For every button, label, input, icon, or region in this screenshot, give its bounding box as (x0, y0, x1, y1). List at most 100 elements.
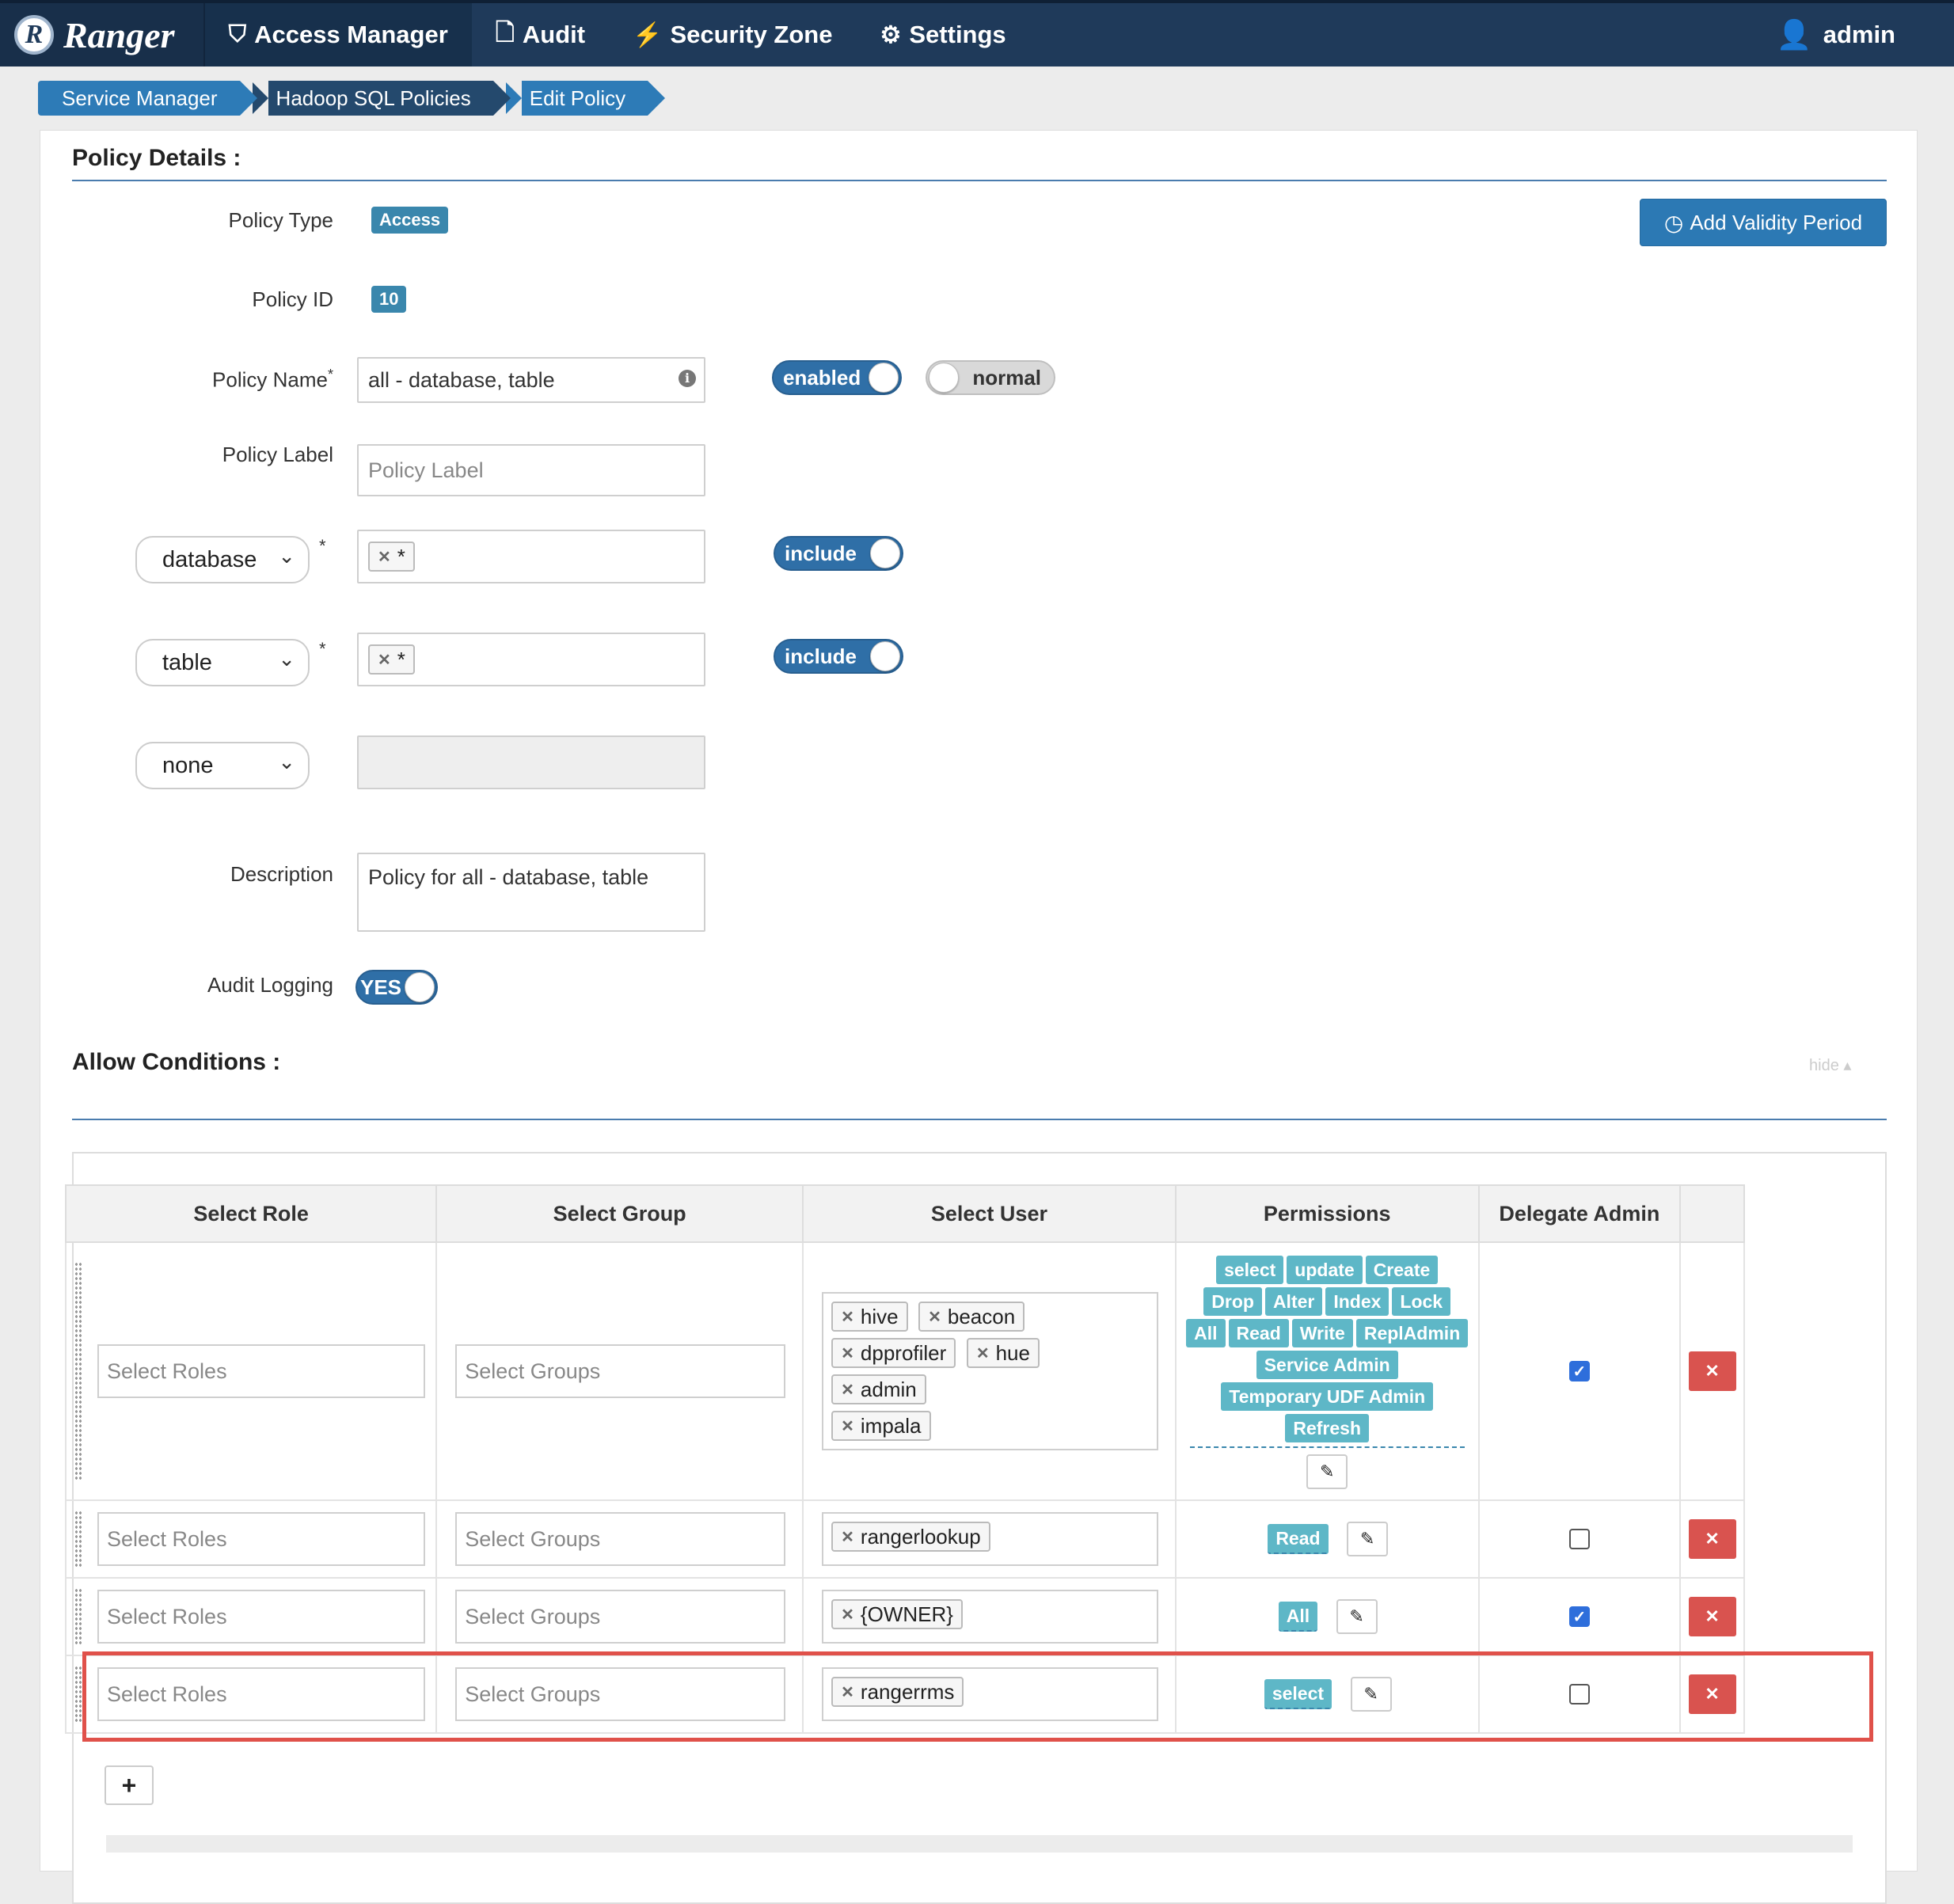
drag-handle-icon[interactable] (74, 1511, 82, 1568)
delegate-admin-checkbox[interactable] (1568, 1684, 1590, 1704)
table-value-input[interactable]: ✕ * (357, 633, 705, 686)
database-value-input[interactable]: ✕ * (357, 530, 705, 583)
delegate-admin-checkbox[interactable] (1568, 1529, 1590, 1549)
info-icon[interactable]: i (679, 370, 696, 387)
close-icon: ✕ (1705, 1529, 1720, 1549)
action-cell: ✕ (1679, 1241, 1745, 1501)
enabled-toggle[interactable]: enabled (772, 360, 902, 395)
resource-tag: ✕ * (368, 644, 415, 675)
add-validity-period-button[interactable]: ◷ Add Validity Period (1640, 199, 1887, 246)
delete-row-button[interactable]: ✕ (1688, 1597, 1736, 1636)
nav-security-zone[interactable]: ⚡ Security Zone (609, 3, 856, 67)
select-roles-input[interactable]: Select Roles (97, 1344, 426, 1398)
remove-icon[interactable]: ✕ (378, 650, 391, 670)
remove-icon[interactable]: ✕ (841, 1527, 854, 1547)
remove-icon[interactable]: ✕ (976, 1343, 990, 1363)
nav-settings[interactable]: ⚙ Settings (856, 3, 1029, 67)
select-roles-input[interactable]: Select Roles (97, 1667, 426, 1721)
toggle-knob (870, 641, 900, 671)
hide-link[interactable]: hide ▴ (1809, 1055, 1851, 1075)
permission-badge: Create (1365, 1256, 1439, 1284)
select-roles-input[interactable]: Select Roles (97, 1512, 426, 1566)
nav-access-manager[interactable]: ⛉ Access Manager (204, 3, 472, 67)
audit-logging-toggle[interactable]: YES (355, 970, 438, 1005)
nav-audit[interactable]: 🗋 Audit (472, 3, 609, 67)
delegate-admin-checkbox[interactable]: ✓ (1568, 1361, 1590, 1381)
description-textarea[interactable]: Policy for all - database, table (357, 853, 705, 932)
input-placeholder: Policy Label (368, 458, 484, 482)
policy-name-input[interactable]: all - database, table i (357, 357, 705, 403)
breadcrumb-hadoop-sql-policies[interactable]: Hadoop SQL Policies (250, 81, 511, 116)
edit-permissions-button[interactable]: ✎ (1306, 1454, 1348, 1489)
breadcrumb-service-manager[interactable]: Service Manager (38, 81, 257, 116)
normal-toggle[interactable]: normal (926, 360, 1055, 395)
group-cell: Select Groups (435, 1499, 804, 1579)
table-row: Select Roles Select Groups ✕ rangerrms se… (64, 1655, 1745, 1734)
select-users-input[interactable]: ✕ hive ✕ beacon ✕ dpprofiler ✕ hue ✕ admin ✕ i… (822, 1292, 1158, 1450)
remove-icon[interactable]: ✕ (928, 1307, 941, 1327)
select-groups-input[interactable]: Select Groups (455, 1667, 786, 1721)
select-groups-input[interactable]: Select Groups (455, 1512, 786, 1566)
drag-handle-icon[interactable] (74, 1666, 82, 1723)
edit-permissions-button[interactable]: ✎ (1347, 1522, 1389, 1556)
user-menu[interactable]: 👤 admin (1777, 18, 1895, 51)
drag-handle-icon[interactable] (74, 1262, 82, 1480)
select-groups-input[interactable]: Select Groups (455, 1344, 786, 1398)
select-value: database (162, 546, 257, 572)
delete-row-button[interactable]: ✕ (1688, 1519, 1736, 1559)
select-users-input[interactable]: ✕ {OWNER} (822, 1590, 1158, 1644)
delegate-admin-checkbox[interactable]: ✓ (1568, 1606, 1590, 1627)
delegate-cell: ✓ (1477, 1241, 1682, 1501)
nav-label: Settings (909, 21, 1006, 48)
permission-badge: Service Admin (1256, 1351, 1398, 1379)
chevron-down-icon: ⌄ (278, 647, 295, 671)
remove-icon[interactable]: ✕ (841, 1343, 854, 1363)
top-navbar: R Ranger ⛉ Access Manager 🗋 Audit ⚡ Secu… (0, 0, 1954, 67)
permission-badge: All (1278, 1602, 1318, 1632)
header-delegate-admin: Delegate Admin (1477, 1184, 1682, 1243)
remove-icon[interactable]: ✕ (841, 1380, 854, 1400)
tag-label: rangerlookup (860, 1524, 981, 1549)
remove-icon[interactable]: ✕ (841, 1605, 854, 1625)
user-tag: ✕ impala (831, 1411, 931, 1441)
tag-label: admin (860, 1377, 917, 1401)
user-tag: ✕ beacon (918, 1302, 1025, 1332)
user-tag: ✕ {OWNER} (831, 1599, 963, 1629)
database-include-toggle[interactable]: include (774, 536, 903, 571)
select-roles-input[interactable]: Select Roles (97, 1590, 426, 1644)
policy-label-input[interactable]: Policy Label (357, 444, 705, 496)
select-users-input[interactable]: ✕ rangerrms (822, 1667, 1158, 1721)
brand-name: Ranger (63, 14, 175, 55)
nav-label: Audit (522, 21, 586, 48)
delete-row-button[interactable]: ✕ (1688, 1351, 1736, 1391)
toggle-knob (929, 363, 959, 393)
user-cell: ✕ rangerlookup (802, 1499, 1177, 1579)
resource-tag: ✕ * (368, 542, 415, 572)
remove-icon[interactable]: ✕ (841, 1307, 854, 1327)
action-cell: ✕ (1679, 1655, 1745, 1734)
resource-type-select-table[interactable]: table ⌄ (135, 639, 310, 686)
edit-permissions-button[interactable]: ✎ (1336, 1599, 1378, 1634)
policy-type-label: Policy Type (228, 208, 333, 232)
user-cell: ✕ rangerrms (802, 1655, 1177, 1734)
table-include-toggle[interactable]: include (774, 639, 903, 674)
remove-icon[interactable]: ✕ (841, 1682, 854, 1702)
shield-icon: ⛉ (228, 21, 247, 48)
delete-row-button[interactable]: ✕ (1688, 1674, 1736, 1714)
user-tag: ✕ rangerlookup (831, 1522, 990, 1552)
resource-type-select-none[interactable]: none ⌄ (135, 742, 310, 789)
brand[interactable]: R Ranger (0, 3, 205, 67)
select-users-input[interactable]: ✕ rangerlookup (822, 1512, 1158, 1566)
remove-icon[interactable]: ✕ (378, 547, 391, 567)
remove-icon[interactable]: ✕ (841, 1416, 854, 1436)
add-condition-button[interactable]: + (105, 1765, 154, 1805)
select-value: none (162, 752, 214, 778)
permission-badge: ReplAdmin (1355, 1319, 1469, 1347)
permission-badge: update (1287, 1256, 1363, 1284)
required-mark: * (319, 536, 326, 556)
select-groups-input[interactable]: Select Groups (455, 1590, 786, 1644)
tag-label: {OWNER} (860, 1602, 953, 1626)
resource-type-select-database[interactable]: database ⌄ (135, 536, 310, 583)
drag-handle-icon[interactable] (74, 1588, 82, 1645)
edit-permissions-button[interactable]: ✎ (1350, 1677, 1392, 1712)
